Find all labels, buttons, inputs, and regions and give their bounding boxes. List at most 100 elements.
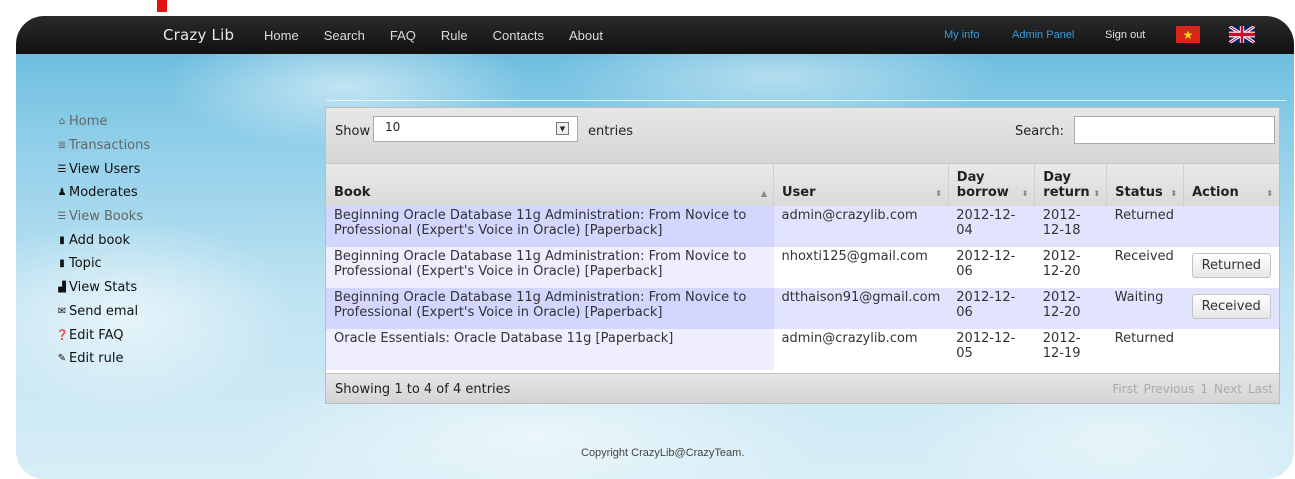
sort-asc-icon: ▲ [760, 189, 767, 198]
dropdown-arrow-icon[interactable]: ▼ [556, 122, 569, 135]
sidebar-item-label: View Users [69, 161, 141, 177]
sidebar-item-edit-rule[interactable]: ✎ Edit rule [56, 347, 150, 371]
sidebar-item-view-users[interactable]: ☰ View Users [56, 157, 150, 181]
page-previous-button[interactable]: Previous [1144, 382, 1195, 396]
nav-home[interactable]: Home [264, 28, 299, 43]
sidebar-item-label: Transactions [69, 138, 151, 154]
sort-icon: ⬍ [1170, 189, 1178, 198]
table-row: Oracle Essentials: Oracle Database 11g [… [326, 329, 1279, 370]
day-return-cell: 2012-12-18 [1034, 206, 1107, 247]
day-borrow-cell: 2012-12-04 [948, 206, 1035, 247]
day-return-cell: 2012-12-20 [1034, 247, 1107, 288]
sidebar-item-transactions[interactable]: ≣ Transactions [56, 134, 150, 158]
sidebar-item-label: View Books [69, 209, 144, 225]
transactions-table-panel: Show 10 ▼ entries Search: Book ▲ User ⬍ Da… [325, 107, 1280, 404]
question-icon: ❓ [56, 329, 69, 341]
book-icon: ▮ [59, 258, 65, 270]
column-header-user[interactable]: User ⬍ [773, 164, 949, 206]
day-return-cell: 2012-12-20 [1034, 288, 1107, 329]
column-header-day-return[interactable]: Day return ⬍ [1034, 164, 1108, 206]
table-footer: Showing 1 to 4 of 4 entries First Previou… [326, 373, 1279, 403]
copyright-footer: Copyright CrazyLib@CrazyTeam. [581, 447, 745, 459]
page-first-button[interactable]: First [1112, 382, 1137, 396]
action-cell: Returned [1183, 247, 1279, 288]
transactions-table: Book ▲ User ⬍ Day borrow ⬍ Day return ⬍ Stat… [326, 164, 1279, 370]
sign-out-link[interactable]: Sign out [1105, 29, 1145, 41]
sidebar-item-edit-faq[interactable]: ❓ Edit FAQ [56, 323, 150, 347]
book-cell: Oracle Essentials: Oracle Database 11g [… [326, 329, 774, 370]
mark-received-button[interactable]: Received [1191, 294, 1271, 319]
table-row: Beginning Oracle Database 11g Administra… [326, 206, 1279, 247]
day-return-cell: 2012-12-19 [1034, 329, 1107, 370]
action-cell [1183, 206, 1279, 247]
sidebar-item-moderates[interactable]: ♟ Moderates [56, 181, 150, 205]
sidebar-item-view-stats[interactable]: ▟ View Stats [56, 276, 150, 300]
admin-sidebar: ⌂ Home ≣ Transactions ☰ View Users ♟ Moderates ☰… [56, 110, 150, 371]
table-row: Beginning Oracle Database 11g Administra… [326, 288, 1279, 329]
home-icon: ⌂ [58, 116, 66, 128]
sidebar-item-label: View Stats [69, 280, 138, 296]
status-cell: Returned [1106, 206, 1184, 247]
user-cell: admin@crazylib.com [773, 329, 949, 370]
main-nav: Home Search FAQ Rule Contacts About [264, 28, 628, 43]
sort-icon: ⬍ [1266, 189, 1273, 198]
page-frame: Crazy Lib Home Search FAQ Rule Contacts … [16, 16, 1294, 479]
my-info-link[interactable]: My info [944, 29, 979, 41]
sidebar-item-label: Add book [69, 232, 130, 248]
sort-icon: ⬍ [935, 189, 942, 198]
wrench-icon: ✎ [57, 353, 67, 365]
day-borrow-cell: 2012-12-05 [948, 329, 1035, 370]
pagination: First Previous 1 Next Last [1112, 382, 1273, 396]
sidebar-item-label: Edit rule [69, 351, 124, 367]
column-header-status[interactable]: Status ⬍ [1106, 164, 1185, 206]
day-borrow-cell: 2012-12-06 [948, 288, 1035, 329]
sidebar-item-topic[interactable]: ▮ Topic [56, 252, 150, 276]
nav-faq[interactable]: FAQ [390, 28, 416, 43]
sort-icon: ⬍ [1093, 189, 1101, 198]
sidebar-item-label: Edit FAQ [69, 327, 124, 343]
table-row: Beginning Oracle Database 11g Administra… [326, 247, 1279, 288]
column-header-book[interactable]: Book ▲ [326, 164, 774, 206]
mark-returned-button[interactable]: Returned [1191, 253, 1271, 278]
table-controls: Show 10 ▼ entries Search: [326, 108, 1279, 164]
nav-rule[interactable]: Rule [441, 28, 468, 43]
sidebar-item-send-emal[interactable]: ✉ Send emal [56, 300, 150, 324]
signal-icon: ▟ [58, 282, 66, 294]
envelope-icon: ✉ [57, 305, 67, 317]
column-header-action[interactable]: Action ⬍ [1183, 164, 1279, 206]
nav-about[interactable]: About [569, 28, 603, 43]
sidebar-item-label: Topic [69, 256, 102, 272]
brand-logo[interactable]: Crazy Lib [163, 26, 234, 44]
sidebar-item-label: Home [69, 114, 108, 130]
status-cell: Waiting [1106, 288, 1184, 329]
action-cell: Received [1183, 288, 1279, 329]
sidebar-item-label: Moderates [69, 185, 138, 201]
column-header-day-borrow[interactable]: Day borrow ⬍ [948, 164, 1036, 206]
action-cell [1183, 329, 1279, 370]
sidebar-item-add-book[interactable]: ▮ Add book [56, 228, 150, 252]
sidebar-item-view-books[interactable]: ☰ View Books [56, 205, 150, 229]
sidebar-item-home[interactable]: ⌂ Home [56, 110, 150, 134]
search-label: Search: [1015, 124, 1065, 139]
table-icon: ☰ [57, 211, 67, 223]
status-cell: Received [1106, 247, 1184, 288]
book-icon: ▮ [59, 234, 65, 246]
page-last-button[interactable]: Last [1248, 382, 1273, 396]
nav-search[interactable]: Search [324, 28, 365, 43]
page-next-button[interactable]: Next [1214, 382, 1242, 396]
table-icon: ☰ [57, 163, 67, 175]
admin-panel-link[interactable]: Admin Panel [1012, 29, 1074, 41]
page-length-select[interactable]: 10 ▼ [373, 116, 578, 142]
list-icon: ≣ [57, 140, 67, 152]
search-input[interactable] [1074, 116, 1275, 144]
uk-flag-icon[interactable] [1229, 26, 1255, 43]
show-label: Show [335, 124, 371, 139]
sort-icon: ⬍ [1021, 189, 1029, 198]
nav-contacts[interactable]: Contacts [493, 28, 544, 43]
book-cell: Beginning Oracle Database 11g Administra… [326, 206, 774, 247]
user-cell: nhoxti125@gmail.com [773, 247, 949, 288]
divider [326, 100, 1286, 101]
vietnam-flag-icon[interactable]: ★ [1176, 26, 1200, 43]
page-1-button[interactable]: 1 [1200, 382, 1208, 396]
entries-label: entries [588, 124, 634, 139]
